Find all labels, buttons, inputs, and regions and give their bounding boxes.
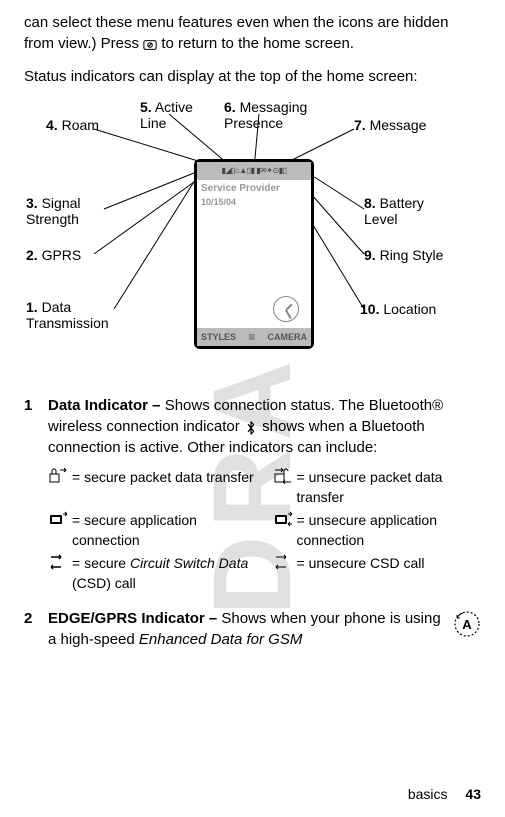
phone-status-bar: ▮◢▯⌂▲▯▮ ▮✉✦⊙▮▯ — [197, 162, 311, 180]
list-item-1: 1 Data Indicator – Shows connection stat… — [24, 395, 481, 458]
indicator-unsecure-packet: = unsecure packet data transfer — [273, 468, 482, 507]
indicator-unsecure-csd: = unsecure CSD call — [273, 554, 482, 593]
secure-csd-icon — [48, 554, 68, 570]
secure-app-icon — [48, 511, 68, 527]
item1-number: 1 — [24, 395, 48, 458]
intro-text-1b: to return to the home screen. — [161, 35, 354, 52]
unsecure-app-icon — [273, 511, 293, 527]
edge-gprs-icon: A — [453, 610, 481, 638]
intro-paragraph-1: can select these menu features even when… — [24, 12, 481, 54]
callout-messaging-presence: 6. Messaging Presence — [224, 99, 314, 131]
footer-section: basics — [408, 786, 448, 802]
indicator-secure-packet: = secure packet data transfer — [48, 468, 257, 507]
phone-clock-icon — [273, 296, 299, 322]
indicator-table: = secure packet data transfer = unsecure… — [48, 468, 481, 594]
callout-roam: 4. Roam — [46, 117, 99, 133]
status-indicator-diagram: 4. Roam 5. Active Line 6. Messaging Pres… — [24, 99, 484, 379]
page-footer: basics 43 — [408, 785, 481, 805]
list-item-2: 2 EDGE/GPRS Indicator – Shows when your … — [24, 608, 445, 650]
indicator-unsecure-app: = unsecure application connection — [273, 511, 482, 550]
unsecure-packet-icon — [273, 468, 293, 484]
callout-signal-strength: 3. Signal Strength — [26, 195, 106, 227]
intro-paragraph-2: Status indicators can display at the top… — [24, 66, 481, 87]
unsecure-csd-icon — [273, 554, 293, 570]
phone-illustration: ▮◢▯⌂▲▯▮ ▮✉✦⊙▮▯ Service Provider 10/15/04… — [194, 159, 314, 349]
callout-location: 10. Location — [360, 301, 436, 317]
softkey-menu-icon: ≡ — [248, 329, 255, 346]
item2-number: 2 — [24, 608, 48, 650]
footer-page-number: 43 — [465, 786, 481, 802]
callout-ring-style: 9. Ring Style — [364, 247, 443, 263]
phone-date-text: 10/15/04 — [197, 196, 311, 209]
softkey-right: CAMERA — [268, 331, 308, 344]
callout-active-line: 5. Active Line — [140, 99, 200, 131]
end-key-icon — [143, 37, 157, 51]
secure-packet-icon — [48, 468, 68, 484]
callout-gprs: 2. GPRS — [26, 247, 81, 263]
item1-title: Data Indicator – — [48, 397, 165, 414]
callout-data-transmission: 1. Data Transmission — [26, 299, 136, 331]
softkey-left: STYLES — [201, 331, 236, 344]
callout-message: 7. Message — [354, 117, 426, 133]
bluetooth-icon — [244, 420, 258, 434]
indicator-secure-app: = secure application connection — [48, 511, 257, 550]
callout-battery-level: 8. Battery Level — [364, 195, 444, 227]
phone-provider-text: Service Provider — [197, 180, 311, 196]
indicator-secure-csd: = secure Circuit Switch Data (CSD) call — [48, 554, 257, 593]
svg-text:A: A — [462, 617, 472, 632]
phone-softkey-bar: STYLES ≡ CAMERA — [197, 328, 311, 346]
item2-title: EDGE/GPRS Indicator – — [48, 610, 221, 627]
item2-body-italic: Enhanced Data for GSM — [139, 631, 302, 648]
